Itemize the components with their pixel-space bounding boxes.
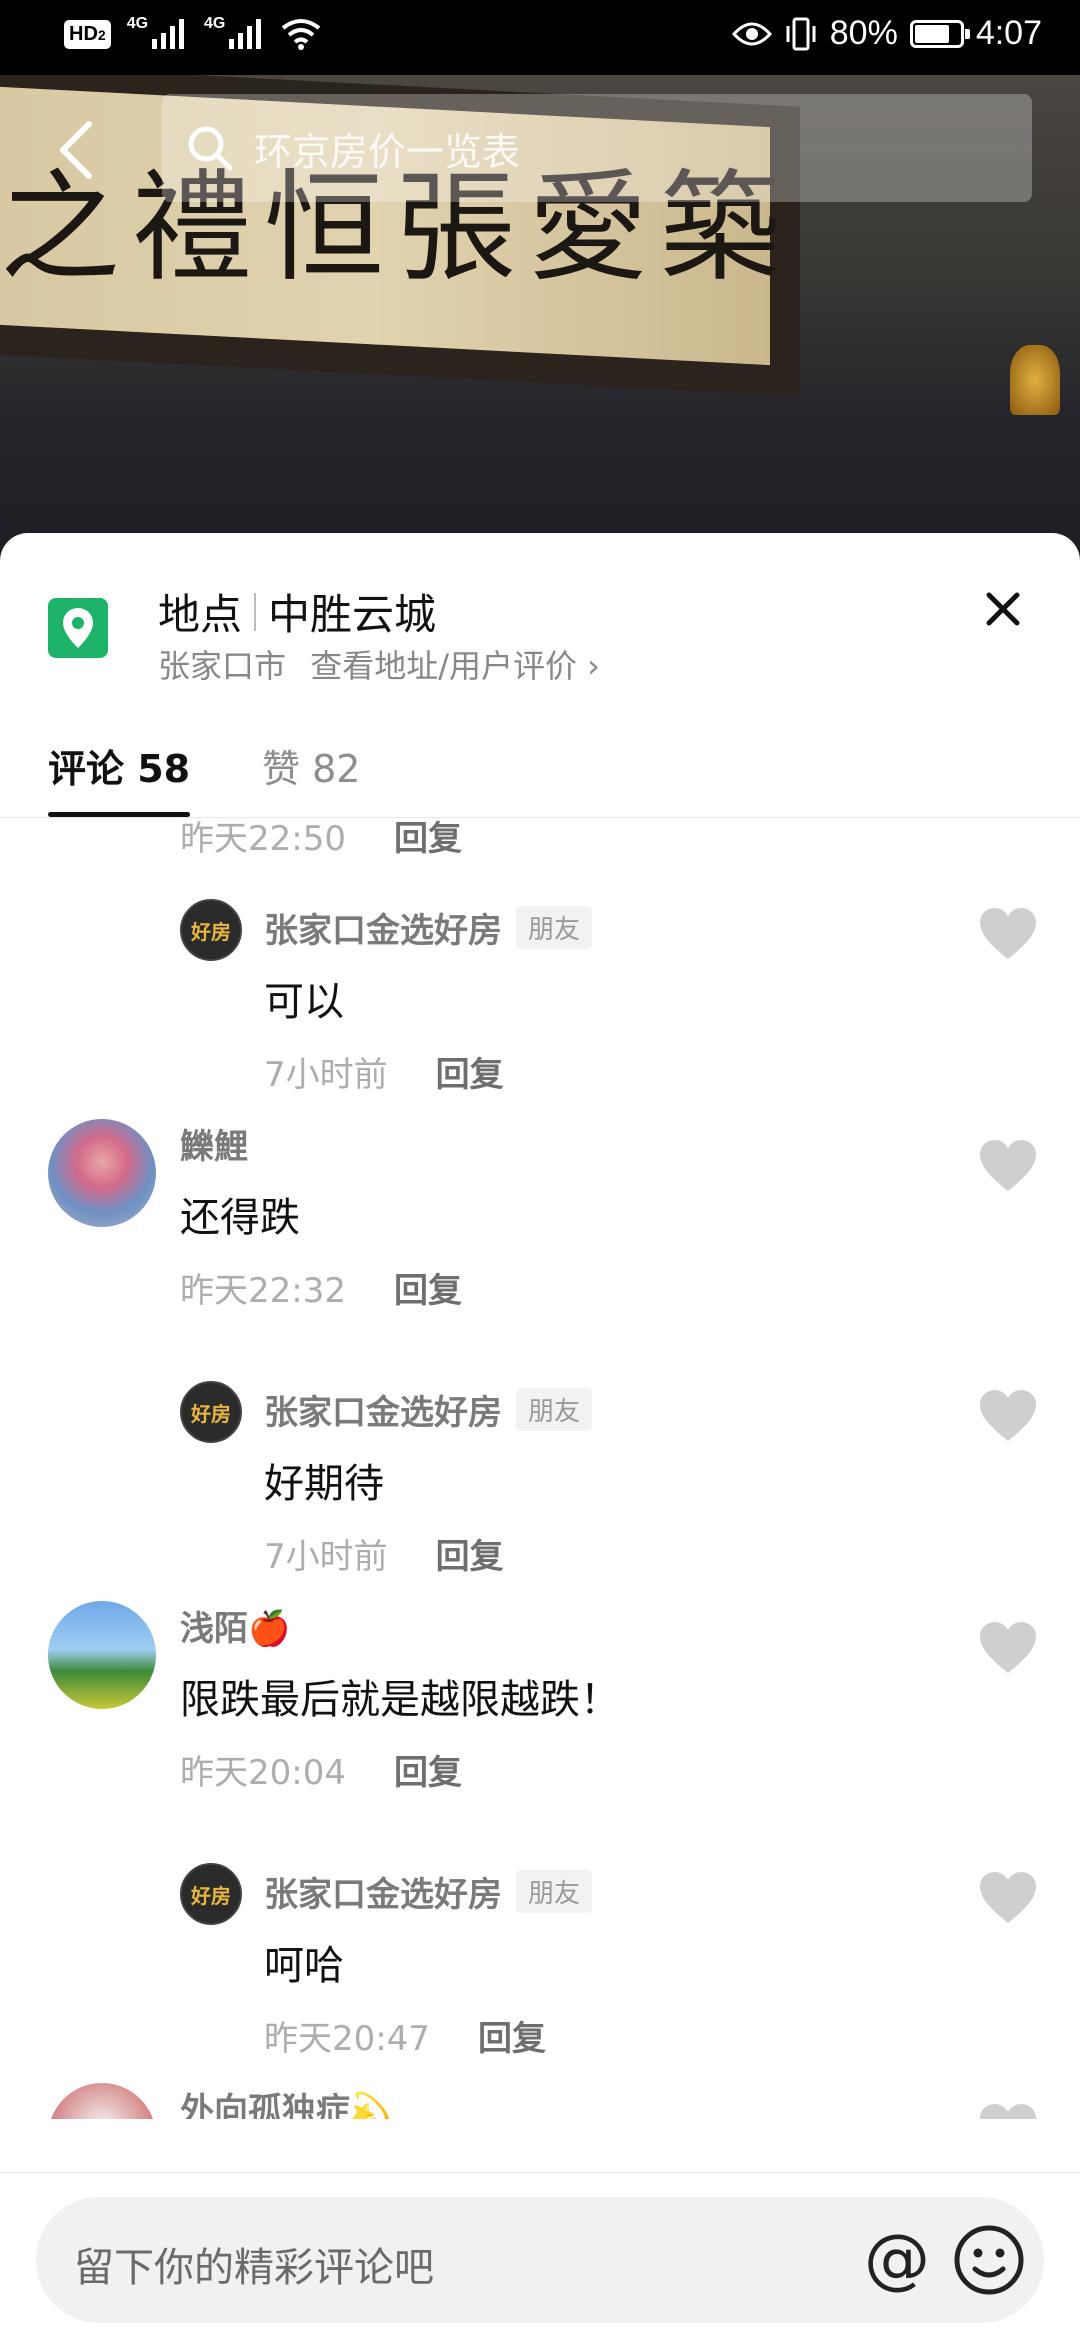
- at-icon: @: [864, 2220, 930, 2297]
- avatar[interactable]: [48, 1601, 156, 1709]
- tab-indicator: [48, 812, 190, 817]
- search-bar[interactable]: 环京房价一览表: [162, 94, 1032, 202]
- avatar[interactable]: [48, 2083, 156, 2119]
- search-placeholder: 环京房价一览表: [254, 129, 521, 174]
- location-name: 中胜云城: [268, 590, 437, 639]
- chevron-left-icon: [60, 121, 92, 179]
- comment-author[interactable]: 张家口金选好房 朋友: [264, 903, 593, 952]
- comment-meta: 昨天22:32 回复: [180, 1263, 462, 1312]
- comment-time: 7小时前: [264, 1055, 388, 1095]
- comment-author[interactable]: 张家口金选好房 朋友: [264, 1385, 593, 1434]
- comment-time: 昨天20:47: [264, 2019, 430, 2059]
- heart-icon[interactable]: [978, 907, 1038, 961]
- avatar[interactable]: 好房: [180, 899, 242, 961]
- reply-button[interactable]: 回复: [394, 819, 462, 860]
- reply-button[interactable]: 回复: [478, 2011, 546, 2060]
- comment-author[interactable]: 鱳鯉: [180, 1119, 248, 1168]
- friend-badge: 朋友: [516, 1388, 593, 1431]
- network-type-2: 4G: [204, 15, 226, 32]
- comment-list[interactable]: 昨天22:50 回复 好房 张家口金选好房 朋友 可以 7小时前 回复 鱳鯉 还得…: [0, 819, 1080, 2119]
- comment-placeholder: 留下你的精彩评论吧: [74, 2245, 434, 2291]
- emoji-button[interactable]: [948, 2219, 1030, 2301]
- close-button[interactable]: [975, 581, 1031, 637]
- comment-text: 可以: [264, 979, 344, 1025]
- comment-text: 限跌最后就是越限越跌！: [180, 1677, 620, 1723]
- comment-meta: 昨天22:50 回复: [180, 819, 462, 860]
- heart-icon[interactable]: [978, 1389, 1038, 1443]
- tab-bar: 评论 58 赞 82: [0, 708, 1080, 818]
- top-bar: 环京房价一览表: [0, 80, 1080, 210]
- network-type-1: 4G: [126, 15, 149, 32]
- battery-percent: 80%: [829, 14, 898, 52]
- location-link[interactable]: 查看地址/用户评价: [310, 647, 577, 685]
- signal-icon: [152, 19, 185, 49]
- comment-text: 好期待: [264, 1461, 384, 1507]
- comment-text: 呵哈: [264, 1943, 344, 1989]
- status-bar: HD2 4G 4G 80% 4:07: [0, 0, 1080, 75]
- location-city: 张家口市: [158, 647, 287, 685]
- friend-badge: 朋友: [516, 906, 593, 949]
- location-pin-icon: [48, 598, 108, 658]
- search-icon: [188, 126, 233, 171]
- location-subtitle[interactable]: 张家口市 查看地址/用户评价 ›: [158, 641, 600, 687]
- comment-time: 昨天22:50: [180, 819, 346, 859]
- close-icon: [986, 592, 1020, 626]
- comment-author[interactable]: 浅陌🍎: [180, 1601, 290, 1650]
- wifi-icon: [282, 19, 321, 50]
- comment-time: 7小时前: [264, 1537, 388, 1577]
- eye-icon: [731, 22, 772, 45]
- back-button[interactable]: [40, 110, 110, 190]
- comments-sheet: 地点 中胜云城 张家口市 查看地址/用户评价 › 评论 58 赞 82 昨天22…: [0, 533, 1080, 2340]
- comment-meta: 昨天20:04 回复: [180, 1745, 462, 1794]
- location-title: 地点 中胜云城: [158, 581, 436, 642]
- decoration: [1010, 345, 1060, 415]
- comment-time: 昨天20:04: [180, 1753, 346, 1793]
- comment-meta: 7小时前 回复: [264, 1529, 504, 1578]
- friend-badge: 朋友: [516, 1870, 593, 1913]
- reply-button[interactable]: 回复: [394, 1745, 462, 1794]
- vibrate-icon: [786, 17, 816, 50]
- heart-icon[interactable]: [978, 2103, 1038, 2119]
- battery-icon: [909, 19, 970, 48]
- chevron-right-icon: ›: [587, 647, 600, 685]
- comment-input[interactable]: 留下你的精彩评论吧 @: [36, 2197, 1044, 2323]
- location-header[interactable]: 地点 中胜云城 张家口市 查看地址/用户评价 ›: [0, 533, 1080, 685]
- avatar[interactable]: 好房: [180, 1381, 242, 1443]
- heart-icon[interactable]: [978, 1139, 1038, 1193]
- svg-text:@: @: [864, 2220, 930, 2297]
- avatar[interactable]: 好房: [180, 1863, 242, 1925]
- comment-author[interactable]: 张家口金选好房 朋友: [264, 1867, 593, 1916]
- heart-icon[interactable]: [978, 1871, 1038, 1925]
- comment-input-bar: 留下你的精彩评论吧 @: [0, 2172, 1080, 2340]
- heart-icon[interactable]: [978, 1621, 1038, 1675]
- divider: [254, 592, 257, 631]
- avatar[interactable]: [48, 1119, 156, 1227]
- comment-author[interactable]: 外向孤独症💫: [180, 2083, 392, 2119]
- comment-meta: 昨天20:47 回复: [264, 2011, 546, 2060]
- tab-likes[interactable]: 赞 82: [262, 738, 360, 793]
- signal-icon: [229, 19, 262, 49]
- mention-button[interactable]: @: [856, 2219, 938, 2301]
- comment-text: 还得跌: [180, 1195, 300, 1241]
- hd-indicator: HD2: [64, 19, 111, 49]
- location-label: 地点: [158, 590, 243, 639]
- emoji-icon: [954, 2225, 1024, 2295]
- comment-meta: 7小时前 回复: [264, 1047, 504, 1096]
- reply-button[interactable]: 回复: [436, 1529, 504, 1578]
- reply-button[interactable]: 回复: [436, 1047, 504, 1096]
- clock: 4:07: [975, 14, 1042, 52]
- tab-comments[interactable]: 评论 58: [48, 738, 190, 793]
- reply-button[interactable]: 回复: [394, 1263, 462, 1312]
- comment-time: 昨天22:32: [180, 1271, 346, 1311]
